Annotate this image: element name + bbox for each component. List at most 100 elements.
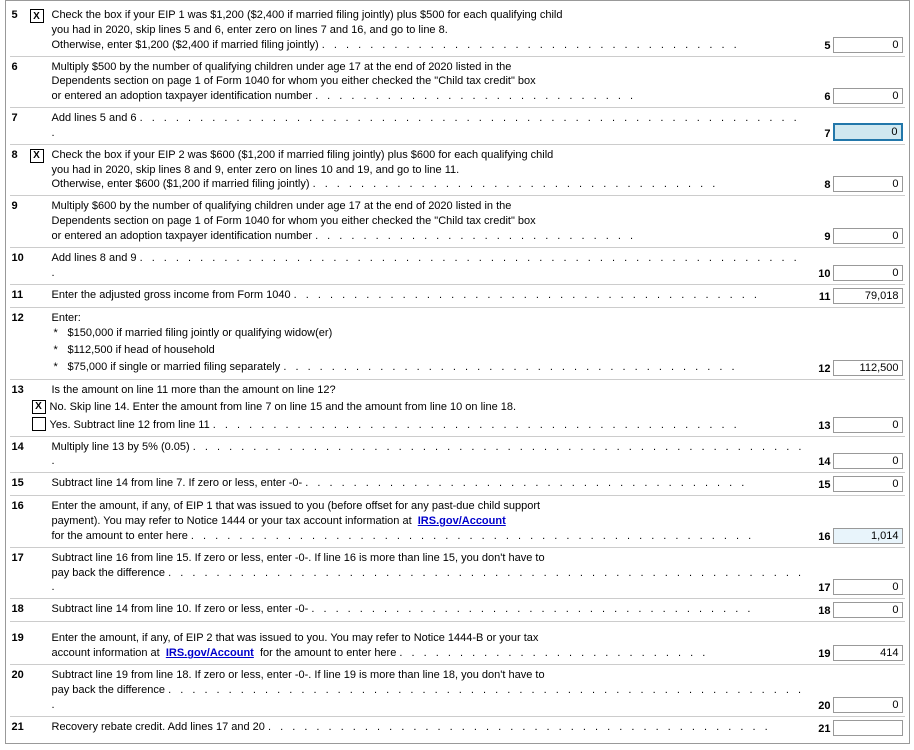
line-14-checkbox-area: [30, 440, 52, 441]
line-12-amount[interactable]: 112,500: [833, 360, 903, 376]
line-11-row: 11 Enter the adjusted gross income from …: [10, 285, 905, 308]
line-6-amount[interactable]: 0: [833, 88, 903, 104]
form-container: 5 X Check the box if your EIP 1 was $1,2…: [5, 0, 910, 744]
line-20-text: Subtract line 19 from line 18. If zero o…: [52, 668, 811, 713]
line-13-no-checkbox[interactable]: X: [32, 400, 46, 414]
line-18-text: Subtract line 14 from line 10. If zero o…: [52, 602, 811, 617]
line-14-amount[interactable]: 0: [833, 453, 903, 469]
line-10-text: Add lines 8 and 9 . . . . . . . . . . . …: [52, 251, 811, 281]
line-18-row: 18 Subtract line 14 from line 10. If zer…: [10, 599, 905, 622]
line-9-amount[interactable]: 0: [833, 228, 903, 244]
line-10-number: 10: [12, 251, 30, 264]
line-19-row: 19 Enter the amount, if any, of EIP 2 th…: [10, 628, 905, 665]
line-11-number: 11: [12, 288, 30, 301]
line-10-amount[interactable]: 0: [833, 265, 903, 281]
line-18-checkbox-area: [30, 602, 52, 603]
line-12-bullet-3: $75,000 if single or married filing sepa…: [68, 360, 738, 375]
line-15-text: Subtract line 14 from line 7. If zero or…: [52, 476, 811, 491]
line-14-row: 14 Multiply line 13 by 5% (0.05) . . . .…: [10, 437, 905, 474]
line-21-amount[interactable]: [833, 720, 903, 736]
line-18-number: 18: [12, 602, 30, 615]
line-11-ref: 11: [811, 291, 833, 304]
line-17-checkbox-area: [30, 551, 52, 552]
line-13-amount[interactable]: 0: [833, 417, 903, 433]
line-8-checkbox[interactable]: X: [30, 149, 44, 163]
line-12-row: 12 Enter: * $150,000 if married filing j…: [10, 308, 905, 380]
line-19-link[interactable]: IRS.gov/Account: [166, 647, 254, 659]
line-15-row: 15 Subtract line 14 from line 7. If zero…: [10, 473, 905, 496]
line-6-number: 6: [12, 60, 30, 73]
line-15-amount[interactable]: 0: [833, 476, 903, 492]
line-21-row: 21 Recovery rebate credit. Add lines 17 …: [10, 717, 905, 739]
line-19-ref: 19: [811, 648, 833, 661]
line-14-ref: 14: [811, 456, 833, 469]
line-9-ref: 9: [811, 231, 833, 244]
line-11-checkbox-area: [30, 288, 52, 289]
line-8-number: 8: [12, 148, 30, 161]
line-5-amount[interactable]: 0: [833, 37, 903, 53]
line-12-bullet-2: $112,500 if head of household: [68, 343, 215, 358]
line-14-number: 14: [12, 440, 30, 453]
line-7-row: 7 Add lines 5 and 6 . . . . . . . . . . …: [10, 108, 905, 145]
bullet-icon-1: *: [54, 326, 68, 341]
line-5-row: 5 X Check the box if your EIP 1 was $1,2…: [10, 5, 905, 57]
line-8-amount[interactable]: 0: [833, 176, 903, 192]
line-9-number: 9: [12, 199, 30, 212]
line-21-text: Recovery rebate credit. Add lines 17 and…: [52, 720, 811, 735]
line-13-question-text: Is the amount on line 11 more than the a…: [52, 383, 903, 398]
line-17-amount[interactable]: 0: [833, 579, 903, 595]
line-20-amount[interactable]: 0: [833, 697, 903, 713]
line-7-number: 7: [12, 111, 30, 124]
line-8-checkbox-area[interactable]: X: [30, 148, 52, 163]
line-10-ref: 10: [811, 268, 833, 281]
line-16-row: 16 Enter the amount, if any, of EIP 1 th…: [10, 496, 905, 548]
line-16-link[interactable]: IRS.gov/Account: [418, 515, 506, 527]
line-10-checkbox-area: [30, 251, 52, 252]
line-7-checkbox-area: [30, 111, 52, 112]
line-7-text: Add lines 5 and 6 . . . . . . . . . . . …: [52, 111, 811, 141]
line-17-number: 17: [12, 551, 30, 564]
line-9-text: Multiply $600 by the number of qualifyin…: [52, 199, 811, 244]
line-17-ref: 17: [811, 582, 833, 595]
line-19-checkbox-area: [30, 631, 52, 632]
line-20-row: 20 Subtract line 19 from line 18. If zer…: [10, 665, 905, 717]
line-17-text: Subtract line 16 from line 15. If zero o…: [52, 551, 811, 596]
line-9-row: 9 Multiply $600 by the number of qualify…: [10, 196, 905, 248]
line-16-checkbox-area: [30, 499, 52, 500]
line-13-no-text: No. Skip line 14. Enter the amount from …: [50, 400, 903, 415]
line-16-text: Enter the amount, if any, of EIP 1 that …: [52, 499, 811, 544]
line-5-checkbox-area[interactable]: X: [30, 8, 52, 23]
line-8-text: Check the box if your EIP 2 was $600 ($1…: [52, 148, 811, 193]
line-17-row: 17 Subtract line 16 from line 15. If zer…: [10, 548, 905, 600]
line-21-ref: 21: [811, 723, 833, 736]
line-20-number: 20: [12, 668, 30, 681]
line-7-ref: 7: [811, 128, 833, 141]
line-8-ref: 8: [811, 179, 833, 192]
line-6-text: Multiply $500 by the number of qualifyin…: [52, 60, 811, 105]
line-13-yes-checkbox[interactable]: [32, 417, 46, 431]
line-12-number: 12: [12, 311, 30, 324]
line-6-checkbox-area: [30, 60, 52, 61]
line-19-amount[interactable]: 414: [833, 645, 903, 661]
line-12-bullet-1: $150,000 if married filing jointly or qu…: [68, 326, 333, 341]
line-16-amount[interactable]: 1,014: [833, 528, 903, 544]
line-7-amount[interactable]: 0: [833, 123, 903, 141]
line-6-ref: 6: [811, 91, 833, 104]
line-12-bullets: * $150,000 if married filing jointly or …: [52, 325, 811, 376]
line-5-ref: 5: [811, 40, 833, 53]
line-19-number: 19: [12, 631, 30, 644]
line-6-row: 6 Multiply $500 by the number of qualify…: [10, 57, 905, 109]
line-18-ref: 18: [811, 605, 833, 618]
line-8-row: 8 X Check the box if your EIP 2 was $600…: [10, 145, 905, 197]
line-5-checkbox[interactable]: X: [30, 9, 44, 23]
line-15-number: 15: [12, 476, 30, 489]
line-10-row: 10 Add lines 8 and 9 . . . . . . . . . .…: [10, 248, 905, 285]
line-11-amount[interactable]: 79,018: [833, 288, 903, 304]
line-20-checkbox-area: [30, 668, 52, 669]
line-5-number: 5: [12, 8, 30, 21]
line-18-amount[interactable]: 0: [833, 602, 903, 618]
line-13-number: 13: [12, 383, 30, 396]
line-5-text: Check the box if your EIP 1 was $1,200 (…: [52, 8, 811, 53]
line-12-text: Enter:: [52, 311, 811, 326]
line-19-text: Enter the amount, if any, of EIP 2 that …: [52, 631, 811, 661]
